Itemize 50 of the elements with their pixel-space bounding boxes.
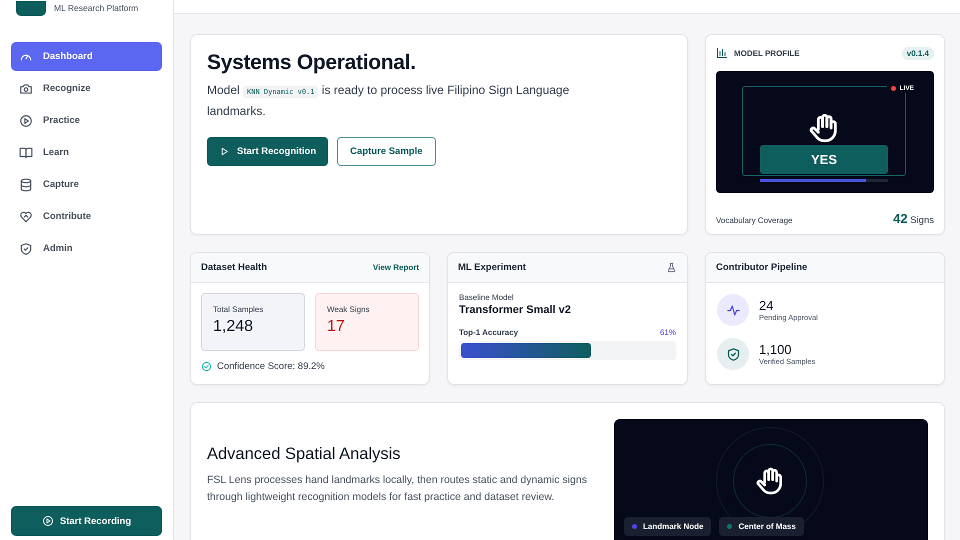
legend-label: Landmark Node [643, 522, 704, 531]
brand-subtitle: ML Research Platform [54, 3, 138, 13]
stat-label: Weak Signs [327, 305, 371, 314]
heart-icon [19, 210, 33, 224]
accuracy-reading: 61% [660, 328, 676, 337]
coverage-label: Vocabulary Coverage [716, 216, 792, 225]
play-circle-icon [19, 114, 33, 128]
check-circle-icon [201, 361, 212, 372]
pulse-icon [726, 302, 740, 318]
database-icon [19, 178, 33, 192]
card-title: Contributor Pipeline [716, 262, 808, 273]
baseline-label: Baseline Model [459, 293, 515, 302]
nav-item[interactable]: Capture [11, 170, 162, 199]
nav-item[interactable]: Admin [11, 234, 162, 263]
baseline-model: Transformer Small v2 [459, 304, 572, 316]
camera-icon [19, 82, 33, 96]
nav-item[interactable]: Dashboard [11, 42, 162, 71]
prediction-label: YES [760, 145, 888, 174]
live-dot-icon [890, 86, 896, 91]
capture-sample-button[interactable]: Capture Sample [337, 137, 436, 166]
nav-item[interactable]: Practice [11, 106, 162, 135]
card-title: MODEL PROFILE [734, 48, 800, 58]
card-title: ML Experiment [458, 262, 526, 273]
metric-label: Top-1 Accuracy [459, 328, 518, 337]
shield-icon [19, 242, 33, 256]
nav-item[interactable]: Recognize [11, 74, 162, 103]
confidence-score: Confidence Score: 89.2% [217, 361, 325, 372]
start-recognition-button[interactable]: Start Recognition [207, 137, 328, 166]
nav-item[interactable]: Contribute [11, 202, 162, 231]
stat-label: Total Samples [213, 305, 264, 314]
pipeline-count: 24 [759, 298, 774, 313]
start-recording-button[interactable]: Start Recording [11, 506, 162, 536]
stat-value: 17 [327, 318, 346, 336]
stat-value: 1,248 [213, 318, 254, 336]
section-description: FSL Lens processes hand landmarks locally, then routes static and dynamic signs through lightweight recognition models for fast practice and dataset review. [207, 473, 588, 504]
pipeline-count: 1,100 [759, 342, 793, 357]
shield-check-icon [726, 346, 740, 362]
section-title: Advanced Spatial Analysis [207, 445, 402, 464]
version-badge: v0.1.4 [902, 46, 934, 60]
nav-item[interactable]: Learn [11, 138, 162, 167]
card-title: Dataset Health [201, 262, 267, 273]
coverage-value: 42 Signs [893, 211, 934, 226]
play-icon [219, 146, 230, 157]
flask-icon [666, 262, 677, 273]
view-report-link[interactable]: View Report [372, 263, 419, 272]
play-circle-icon [42, 515, 54, 527]
legend-label: Center of Mass [738, 522, 796, 531]
book-icon [19, 146, 33, 160]
bar-chart-icon [716, 47, 728, 59]
hero-title: Systems Operational. [207, 51, 417, 75]
